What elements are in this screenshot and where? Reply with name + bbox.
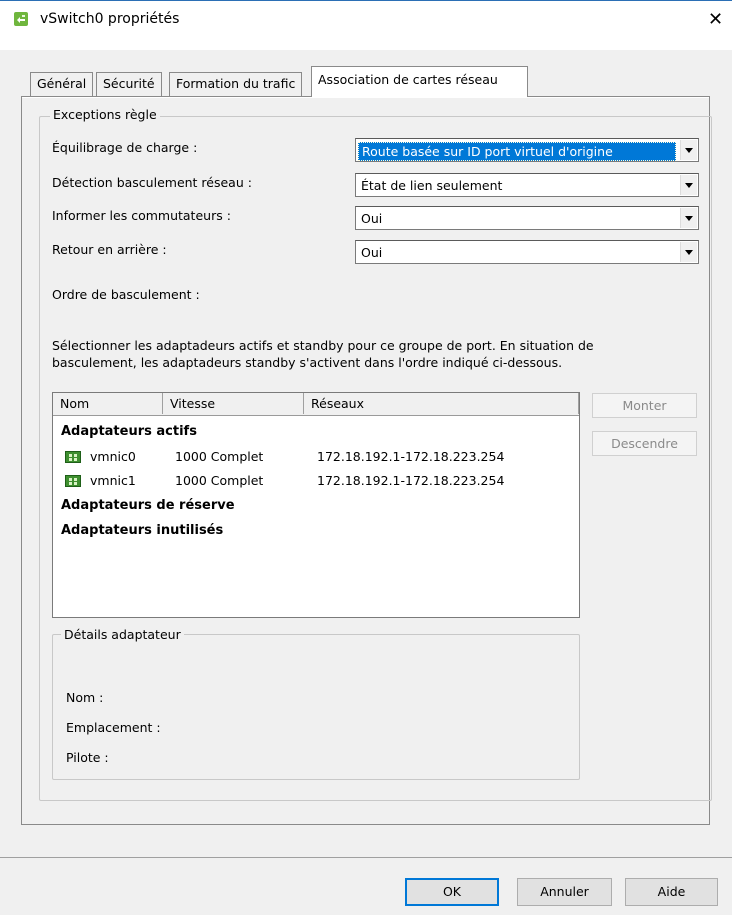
failback-value: Oui [361, 245, 383, 260]
description-line-2: basculement, les adaptadeurs standby s'a… [52, 355, 563, 370]
vsphere-app-icon [13, 11, 29, 27]
adapter-list[interactable]: Nom Vitesse Réseaux Adaptateurs actifs v… [52, 392, 580, 618]
column-header-speed[interactable]: Vitesse [163, 393, 304, 414]
help-button[interactable]: Aide [625, 878, 718, 906]
window-title: vSwitch0 propriétés [40, 11, 180, 27]
load-balancing-value: Route basée sur ID port virtuel d'origin… [358, 142, 676, 161]
notify-switches-label: Informer les commutateurs : [52, 208, 231, 223]
chevron-down-icon[interactable] [680, 242, 697, 262]
tab-formation-trafic[interactable]: Formation du trafic [169, 72, 303, 96]
dialog-footer [0, 858, 732, 915]
list-item[interactable]: vmnic0 1000 Complet 172.18.192.1-172.18.… [61, 448, 571, 468]
cancel-button[interactable]: Annuler [517, 878, 612, 906]
notify-switches-select[interactable]: Oui [355, 206, 699, 230]
network-card-icon [65, 451, 81, 463]
detail-location-label: Emplacement : [66, 720, 161, 735]
adapter-details-legend: Détails adaptateur [61, 627, 184, 642]
adapter-speed: 1000 Complet [175, 473, 264, 488]
adapter-networks: 172.18.192.1-172.18.223.254 [317, 473, 505, 488]
window-border [0, 0, 732, 1]
move-up-button[interactable]: Monter [592, 393, 697, 418]
exceptions-legend: Exceptions règle [50, 107, 160, 122]
description-line-1: Sélectionner les adaptadeurs actifs et s… [52, 338, 594, 353]
failover-order-label: Ordre de basculement : [52, 287, 200, 302]
chevron-down-icon[interactable] [680, 140, 697, 160]
column-header-name[interactable]: Nom [53, 393, 163, 414]
tab-securite[interactable]: Sécurité [96, 72, 162, 96]
failover-detection-value: État de lien seulement [361, 178, 503, 193]
chevron-down-icon[interactable] [680, 208, 697, 228]
list-item[interactable]: vmnic1 1000 Complet 172.18.192.1-172.18.… [61, 472, 571, 492]
adapter-name: vmnic0 [90, 449, 136, 464]
detail-name-label: Nom : [66, 690, 104, 705]
group-standby-adapters: Adaptateurs de réserve [61, 498, 235, 513]
group-active-adapters: Adaptateurs actifs [61, 424, 197, 439]
detail-driver-label: Pilote : [66, 750, 109, 765]
failover-detection-select[interactable]: État de lien seulement [355, 173, 699, 197]
move-down-button[interactable]: Descendre [592, 431, 697, 456]
load-balancing-select[interactable]: Route basée sur ID port virtuel d'origin… [355, 138, 699, 162]
failback-select[interactable]: Oui [355, 240, 699, 264]
list-header: Nom Vitesse Réseaux [53, 393, 579, 416]
network-card-icon [65, 475, 81, 487]
tab-association-cartes-reseau[interactable]: Association de cartes réseau [311, 66, 528, 97]
adapter-speed: 1000 Complet [175, 449, 264, 464]
column-header-networks[interactable]: Réseaux [304, 393, 579, 414]
load-balancing-label: Équilibrage de charge : [52, 140, 198, 155]
ok-button[interactable]: OK [405, 878, 499, 906]
tab-general[interactable]: Général [30, 72, 94, 96]
adapter-details-group [52, 634, 580, 780]
close-icon[interactable]: ✕ [708, 9, 723, 30]
group-unused-adapters: Adaptateurs inutilisés [61, 523, 224, 538]
notify-switches-value: Oui [361, 211, 383, 226]
tab-panel-highlight [22, 97, 709, 98]
chevron-down-icon[interactable] [680, 175, 697, 195]
adapter-networks: 172.18.192.1-172.18.223.254 [317, 449, 505, 464]
failback-label: Retour en arrière : [52, 242, 167, 257]
failover-detection-label: Détection basculement réseau : [52, 175, 252, 190]
adapter-name: vmnic1 [90, 473, 136, 488]
